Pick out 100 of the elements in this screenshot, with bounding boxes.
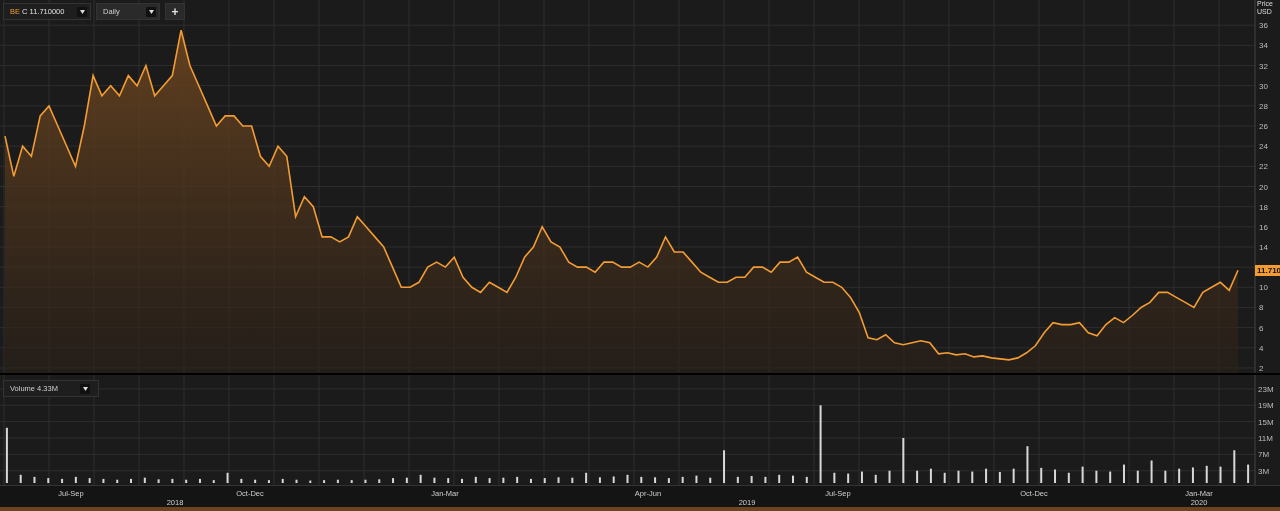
volume-bar [378, 479, 381, 483]
volume-bar [1191, 467, 1194, 483]
volume-bar [1205, 465, 1208, 483]
volume-bar [860, 471, 863, 483]
volume-bar [1095, 470, 1098, 483]
volume-bar [488, 478, 491, 483]
volume-bar [1219, 466, 1222, 483]
volume-bar [902, 438, 905, 483]
volume-bar [405, 477, 408, 483]
volume-bar [143, 477, 146, 483]
volume-bar [116, 479, 119, 483]
volume-bar [833, 472, 836, 483]
volume-bar [61, 478, 64, 483]
volume-bar [1067, 472, 1070, 483]
volume-bar [419, 474, 422, 483]
volume-bar [1081, 466, 1084, 483]
volume-bar [736, 476, 739, 483]
volume-bar [171, 478, 174, 483]
volume-bar [88, 478, 91, 483]
volume-bar [709, 477, 712, 483]
volume-bar [447, 478, 450, 483]
range-scrollbar[interactable] [0, 507, 1280, 511]
volume-bar [74, 476, 77, 483]
volume-bar [626, 474, 629, 483]
volume-bar [336, 479, 339, 483]
axis-tick-label: 30 [1259, 81, 1268, 91]
last-price-label: 11.710 [1255, 265, 1280, 277]
volume-bar [516, 476, 519, 483]
volume-bar [585, 472, 588, 483]
volume-bar [295, 479, 298, 483]
volume-bar [557, 477, 560, 483]
volume-bar [640, 476, 643, 483]
volume-bar [571, 477, 574, 483]
volume-bar [1109, 471, 1112, 483]
volume-bar [764, 476, 767, 483]
axis-tick-label: 15M [1258, 417, 1274, 427]
volume-bar [185, 479, 188, 483]
volume-bar [1012, 468, 1015, 483]
volume-bar [1054, 469, 1057, 483]
volume-bar [723, 450, 726, 483]
add-button[interactable]: + [165, 3, 185, 20]
axis-tick-label: 36 [1259, 21, 1268, 31]
volume-bar [433, 477, 436, 483]
axis-tick-label: 16 [1259, 222, 1268, 232]
axis-tick-label: 11M [1258, 434, 1273, 443]
volume-bar [1136, 470, 1139, 483]
volume-bar [1164, 470, 1167, 483]
volume-bar [1040, 467, 1043, 483]
volume-bar [985, 468, 988, 483]
axis-tick-label: 20 [1259, 182, 1268, 192]
volume-bar [681, 476, 684, 483]
axis-tick-label: 22 [1259, 162, 1268, 172]
volume-bar [943, 472, 946, 483]
volume-bar [5, 427, 8, 483]
volume-bar [971, 471, 974, 483]
volume-bar [805, 476, 808, 483]
volume-bar [212, 480, 215, 483]
volume-bar [254, 479, 257, 483]
volume-bar [281, 478, 284, 483]
volume-bar [47, 478, 50, 483]
axis-tick-label: 18 [1259, 202, 1268, 212]
volume-bar [998, 471, 1001, 483]
volume-bar [654, 477, 657, 483]
volume-bar [612, 476, 615, 483]
volume-bar [323, 480, 326, 483]
axis-tick-label: 34 [1259, 41, 1268, 51]
volume-bar [1247, 464, 1250, 483]
volume-bar [157, 479, 160, 483]
caret-icon [146, 6, 156, 17]
volume-bar [102, 478, 105, 483]
volume-bar [957, 470, 960, 483]
axis-tick-label: 23M [1258, 384, 1274, 394]
volume-bar [33, 476, 36, 483]
volume-bar [364, 479, 367, 483]
caret-icon [80, 383, 90, 394]
axis-tick-label: 10 [1259, 283, 1268, 293]
volume-bar [847, 473, 850, 483]
volume-bar [916, 470, 919, 483]
volume-bar [198, 478, 201, 483]
axis-tick-label: 8 [1259, 303, 1264, 313]
volume-bar [778, 474, 781, 483]
axis-tick-label: 32 [1259, 61, 1268, 71]
caret-icon [77, 6, 87, 17]
axis-tick-label: 28 [1259, 101, 1268, 111]
axis-tick-label: 6 [1259, 323, 1264, 333]
volume-bar [502, 477, 505, 483]
volume-bar [309, 480, 312, 483]
axis-tick-label: 7M [1258, 450, 1270, 460]
volume-bar [874, 474, 877, 483]
axis-tick-label: 19M [1258, 401, 1274, 411]
volume-bar [1150, 460, 1153, 483]
axis-tick-label: 26 [1259, 122, 1268, 131]
volume-bar [240, 478, 243, 483]
axis-tick-label: 3M [1258, 466, 1270, 476]
axis-tick-label: 24 [1259, 142, 1268, 152]
axis-tick-label: 2 [1259, 363, 1264, 373]
volume-bar [888, 470, 891, 483]
volume-bar [1026, 446, 1029, 483]
volume-bar [529, 478, 532, 483]
volume-bar [598, 477, 601, 483]
